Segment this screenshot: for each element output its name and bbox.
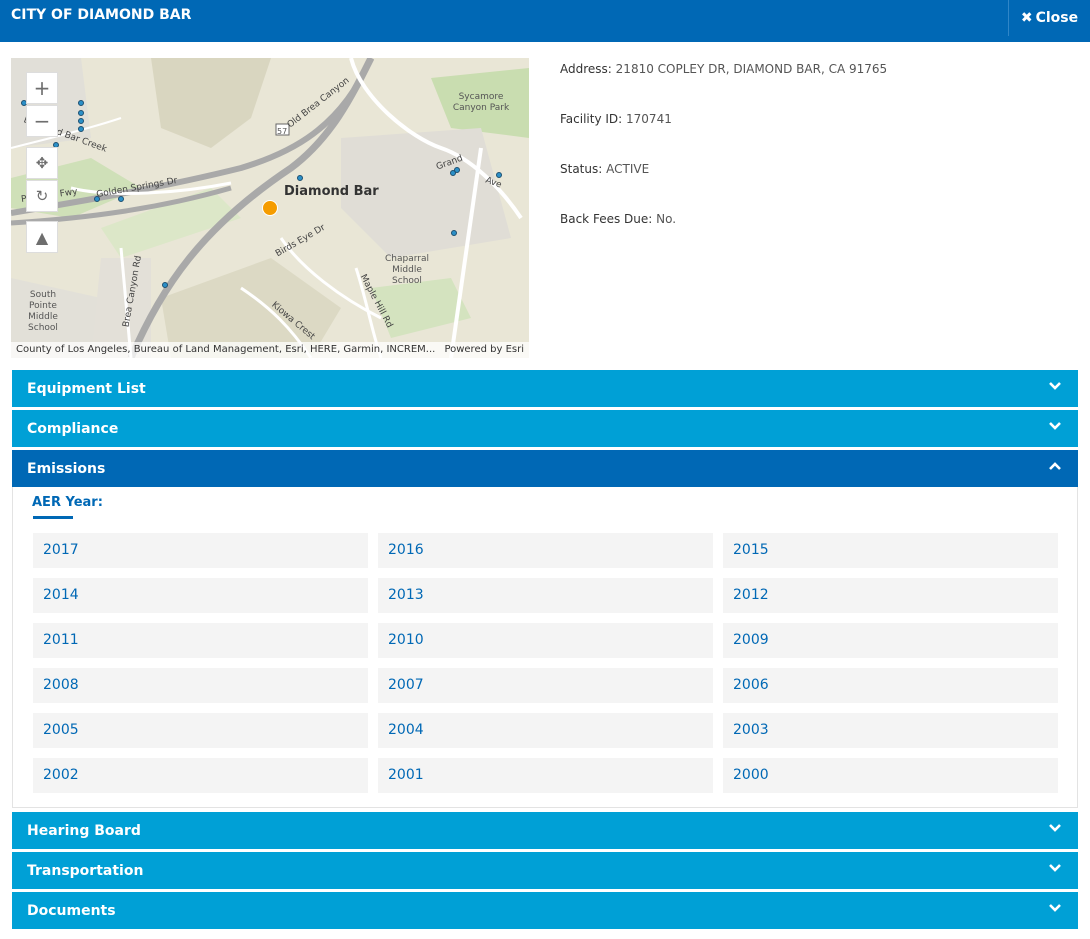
- section-hearing-board[interactable]: Hearing Board: [12, 812, 1078, 849]
- map-label-park: Sycamore Canyon Park: [452, 92, 510, 113]
- section-emissions[interactable]: Emissions: [12, 450, 1078, 487]
- address-row: Address: 21810 COPLEY DR, DIAMOND BAR, C…: [560, 62, 887, 76]
- facility-id-value: 170741: [626, 112, 672, 126]
- map-view[interactable]: 57 Diamond Bar Sycamore Canyon Park Chap…: [11, 58, 529, 358]
- year-2010-button[interactable]: 2010: [378, 623, 713, 658]
- year-2004-button[interactable]: 2004: [378, 713, 713, 748]
- address-label: Address:: [560, 62, 612, 76]
- year-2013-button[interactable]: 2013: [378, 578, 713, 613]
- section-label: Emissions: [27, 461, 106, 477]
- minus-icon: −: [33, 109, 51, 133]
- move-icon: ✥: [35, 154, 49, 172]
- close-icon: ✖: [1020, 10, 1033, 26]
- address-value: 21810 COPLEY DR, DIAMOND BAR, CA 91765: [615, 62, 888, 76]
- back-fees-value: No.: [656, 212, 677, 226]
- year-2005-button[interactable]: 2005: [33, 713, 368, 748]
- map-label-school-southpointe: South Pointe Middle School: [28, 290, 58, 333]
- status-value: ACTIVE: [606, 162, 650, 176]
- section-compliance[interactable]: Compliance: [12, 410, 1078, 447]
- facility-id-row: Facility ID: 170741: [560, 112, 672, 126]
- map-attribution: County of Los Angeles, Bureau of Land Ma…: [11, 342, 529, 358]
- year-2000-button[interactable]: 2000: [723, 758, 1058, 793]
- year-2017-button[interactable]: 2017: [33, 533, 368, 568]
- year-2012-button[interactable]: 2012: [723, 578, 1058, 613]
- zoom-out-button[interactable]: −: [26, 105, 58, 137]
- year-2011-button[interactable]: 2011: [33, 623, 368, 658]
- section-equipment-list[interactable]: Equipment List: [12, 370, 1078, 407]
- section-label: Transportation: [27, 863, 144, 879]
- attribution-text: County of Los Angeles, Bureau of Land Ma…: [16, 344, 436, 355]
- back-fees-label: Back Fees Due:: [560, 212, 653, 226]
- page-title: CITY OF DIAMOND BAR: [11, 7, 192, 23]
- year-2002-button[interactable]: 2002: [33, 758, 368, 793]
- section-label: Equipment List: [27, 381, 146, 397]
- chevron-down-icon: [1049, 382, 1061, 390]
- pan-button[interactable]: ✥: [26, 147, 58, 179]
- section-label: Hearing Board: [27, 823, 141, 839]
- map-label-city: Diamond Bar: [284, 184, 379, 199]
- section-label: Documents: [27, 903, 116, 919]
- year-2007-button[interactable]: 2007: [378, 668, 713, 703]
- compass-button[interactable]: ▲: [26, 221, 58, 253]
- year-2001-button[interactable]: 2001: [378, 758, 713, 793]
- chevron-down-icon: [1049, 864, 1061, 872]
- section-documents[interactable]: Documents: [12, 892, 1078, 929]
- status-label: Status:: [560, 162, 603, 176]
- year-2003-button[interactable]: 2003: [723, 713, 1058, 748]
- map-label-school-chaparral: Chaparral Middle School: [385, 254, 429, 286]
- section-transportation[interactable]: Transportation: [12, 852, 1078, 889]
- year-2015-button[interactable]: 2015: [723, 533, 1058, 568]
- rotate-button[interactable]: ↻: [26, 180, 58, 212]
- title-bar: CITY OF DIAMOND BAR ✖ Close: [0, 0, 1090, 42]
- compass-icon: ▲: [35, 227, 49, 247]
- emissions-panel: AER Year: 2017 2016 2015 2014 2013 2012 …: [12, 487, 1078, 808]
- map-label-shield: 57: [277, 127, 288, 136]
- close-label: Close: [1035, 10, 1079, 26]
- zoom-in-button[interactable]: +: [26, 72, 58, 104]
- chevron-down-icon: [1049, 904, 1061, 912]
- status-row: Status: ACTIVE: [560, 162, 649, 176]
- aer-year-underline: [33, 516, 73, 519]
- rotate-icon: ↻: [35, 187, 49, 205]
- section-label: Compliance: [27, 421, 119, 437]
- back-fees-row: Back Fees Due: No.: [560, 212, 676, 226]
- chevron-down-icon: [1049, 422, 1061, 430]
- year-2016-button[interactable]: 2016: [378, 533, 713, 568]
- year-2008-button[interactable]: 2008: [33, 668, 368, 703]
- close-button[interactable]: ✖ Close: [1008, 0, 1090, 36]
- year-2009-button[interactable]: 2009: [723, 623, 1058, 658]
- chevron-down-icon: [1049, 824, 1061, 832]
- year-2014-button[interactable]: 2014: [33, 578, 368, 613]
- powered-by-esri-link[interactable]: Powered by Esri: [444, 342, 524, 358]
- plus-icon: +: [33, 76, 51, 100]
- year-2006-button[interactable]: 2006: [723, 668, 1058, 703]
- aer-year-tab[interactable]: AER Year:: [32, 495, 103, 510]
- facility-id-label: Facility ID:: [560, 112, 623, 126]
- chevron-up-icon: [1049, 462, 1061, 470]
